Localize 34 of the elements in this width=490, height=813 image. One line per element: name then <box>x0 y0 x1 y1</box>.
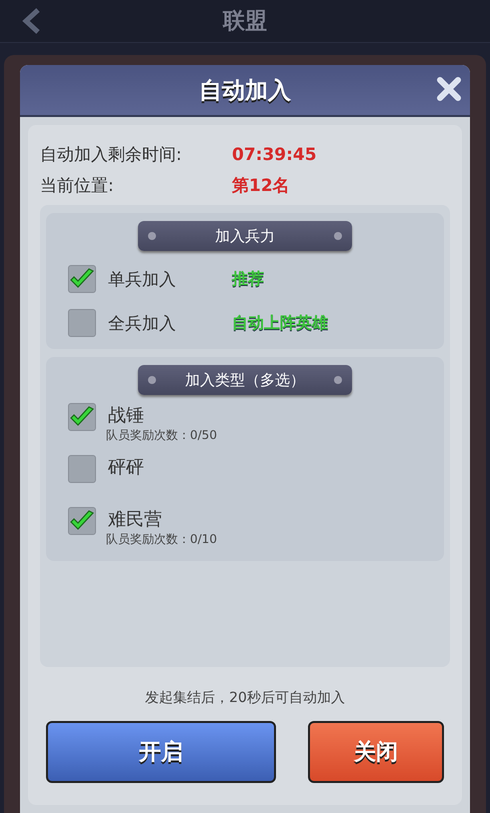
heading-text: 加入兵力 <box>215 226 275 246</box>
option-label: 全兵加入 <box>108 312 177 334</box>
info-label: 自动加入剩余时间: <box>40 144 183 166</box>
start-button[interactable]: 开启 <box>46 721 276 783</box>
info-label: 当前位置: <box>40 175 115 197</box>
rivet-icon <box>148 376 156 384</box>
close-icon[interactable] <box>434 74 464 104</box>
rivet-icon <box>334 376 342 384</box>
heading-text: 加入类型（多选） <box>185 370 305 390</box>
info-value: 07:39:45 <box>232 144 317 164</box>
info-value: 第12名 <box>232 175 290 197</box>
checkbox[interactable] <box>68 455 96 483</box>
rivet-icon <box>148 232 156 240</box>
check-icon <box>69 510 95 532</box>
page-title: 联盟 <box>223 8 267 36</box>
checkbox[interactable] <box>68 403 96 431</box>
check-icon <box>69 406 95 428</box>
checkbox[interactable] <box>68 309 96 337</box>
option-subtext: 队员奖励次数：0/50 <box>106 427 217 444</box>
option-label: 砰砰 <box>108 456 144 479</box>
option-note: 自动上阵英雄 <box>232 312 328 334</box>
rivet-icon <box>334 232 342 240</box>
dialog-title: 自动加入 <box>199 76 291 106</box>
check-icon <box>69 268 95 290</box>
option-note: 推荐 <box>232 268 264 290</box>
option-label: 战锤 <box>108 404 145 427</box>
option-subtext: 队员奖励次数：0/10 <box>106 531 217 548</box>
back-icon[interactable] <box>22 8 42 34</box>
hint-text: 发起集结后，20秒后可自动加入 <box>144 689 346 707</box>
option-label: 单兵加入 <box>108 268 177 290</box>
close-button[interactable]: 关闭 <box>308 721 444 783</box>
option-label: 难民营 <box>108 508 163 531</box>
checkbox[interactable] <box>68 265 96 293</box>
checkbox[interactable] <box>68 507 96 535</box>
